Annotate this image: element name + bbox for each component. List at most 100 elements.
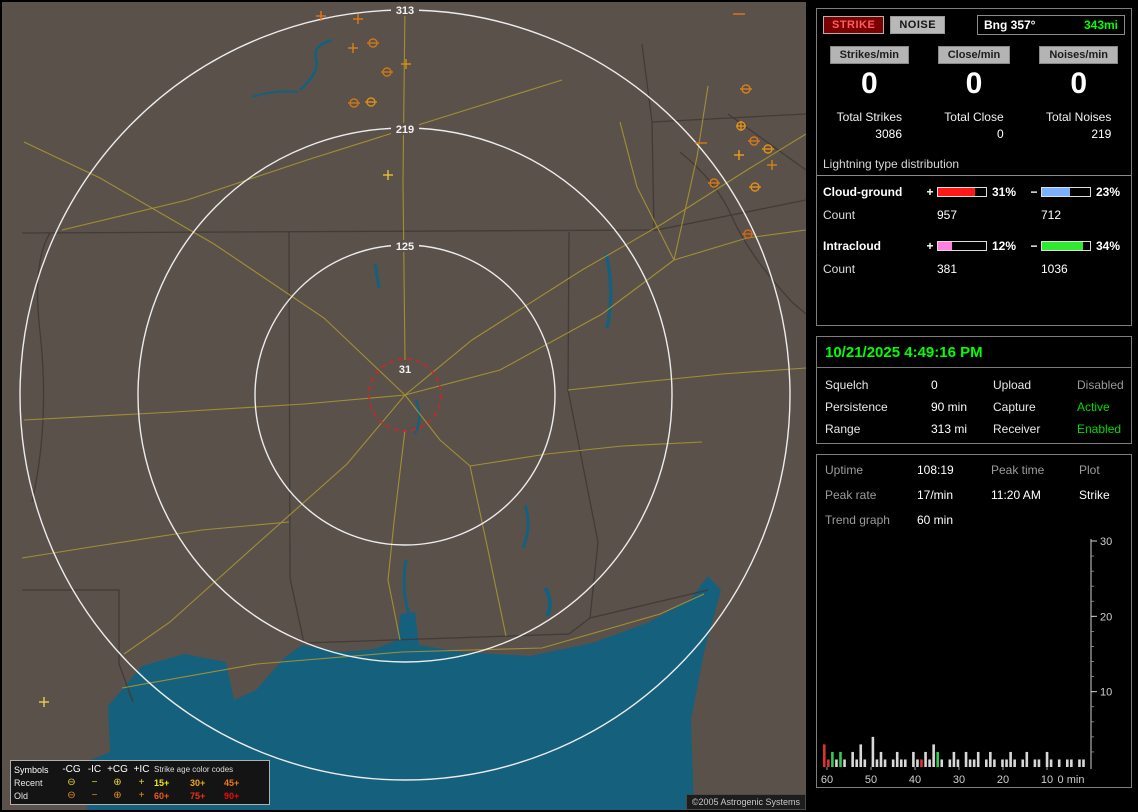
map[interactable]: 313 219 125 31 Symbols -CG -IC +CG +IC S…: [2, 2, 806, 810]
count-label: Count: [823, 261, 856, 276]
total-strikes-label: Total Strikes: [836, 109, 902, 124]
map-canvas[interactable]: 313 219 125 31: [2, 2, 806, 810]
ic-plus-count: 381: [937, 261, 958, 276]
range-value: 313 mi: [931, 422, 968, 436]
intracloud-label: Intracloud: [823, 238, 882, 253]
cg-plus-icon: ⊕: [113, 776, 122, 788]
total-close-label: Total Close: [944, 109, 1004, 124]
strike-button[interactable]: STRIKE: [823, 16, 885, 34]
ring-label-313: 313: [396, 5, 414, 17]
age-45: 45+: [224, 777, 240, 788]
mode-controls: STRIKE NOISE Bng 357° 343mi: [817, 9, 1131, 35]
receiver-status: Enabled: [1077, 422, 1122, 436]
svg-text:30: 30: [953, 774, 965, 786]
upload-label: Upload: [993, 378, 1032, 392]
age-60: 60+: [154, 790, 170, 801]
legend-age-header: Strike age color codes: [154, 765, 234, 774]
strikes-per-min-value: 0: [860, 67, 878, 100]
ic-plus-bar: [937, 240, 987, 251]
cg-minus-pct: 23%: [1096, 184, 1121, 199]
svg-text:0 min: 0 min: [1058, 774, 1085, 786]
legend-col-pic: +IC: [133, 763, 150, 775]
age-30: 30+: [190, 777, 206, 788]
cg-minus-bar: [1041, 186, 1091, 197]
trend-graph-label: Trend graph: [825, 513, 890, 527]
squelch-value: 0: [931, 378, 938, 392]
age-90: 90+: [224, 790, 240, 801]
svg-text:20: 20: [997, 774, 1009, 786]
close-per-min-button[interactable]: Close/min: [937, 46, 1011, 64]
bearing-display: Bng 357° 343mi: [977, 15, 1125, 35]
plot-label: Plot: [1079, 463, 1100, 477]
total-close-value: 0: [996, 126, 1004, 141]
app-window: 313 219 125 31 Symbols -CG -IC +CG +IC S…: [0, 0, 1138, 812]
stats-panel: STRIKE NOISE Bng 357° 343mi Strikes/min …: [816, 8, 1132, 326]
capture-label: Capture: [993, 400, 1036, 414]
minus-sign: −: [1030, 184, 1038, 199]
age-75: 75+: [190, 790, 206, 801]
cg-minus-icon: ⊖: [67, 776, 76, 788]
plot-value: Strike: [1079, 488, 1110, 502]
bearing-distance: 343mi: [1083, 18, 1118, 32]
peak-rate-value: 17/min: [917, 488, 954, 502]
uptime-value: 108:19: [917, 463, 954, 477]
peak-time-label: Peak time: [991, 463, 1045, 477]
legend-col-ncg: -CG: [62, 763, 81, 775]
count-label: Count: [823, 207, 856, 222]
age-15: 15+: [154, 777, 170, 788]
cg-minus-icon: ⊖: [67, 789, 76, 801]
upload-status: Disabled: [1077, 378, 1124, 392]
range-label: Range: [825, 422, 861, 436]
datetime-display: 10/21/2025 4:49:16 PM: [817, 337, 1131, 368]
ic-minus-bar: [1041, 240, 1091, 251]
legend-col-nic: -IC: [87, 763, 102, 775]
noises-per-min-button[interactable]: Noises/min: [1039, 46, 1118, 64]
svg-text:10: 10: [1100, 687, 1112, 699]
cg-plus-icon: ⊕: [113, 789, 122, 801]
ic-minus-icon: −: [91, 776, 98, 788]
receiver-label: Receiver: [993, 422, 1041, 436]
svg-text:30: 30: [1100, 536, 1112, 548]
status-panel: 10/21/2025 4:49:16 PM Squelch 0 Upload D…: [816, 336, 1132, 444]
map-legend: Symbols -CG -IC +CG +IC Strike age color…: [10, 760, 270, 805]
bearing-label: Bng 357°: [984, 18, 1036, 32]
total-noises-value: 219: [1091, 126, 1112, 141]
plus-sign: +: [926, 238, 934, 253]
rate-counters: Strikes/min 0 Total Strikes 3086 Close/m…: [817, 45, 1131, 143]
svg-text:10: 10: [1041, 774, 1053, 786]
peak-rate-label: Peak rate: [825, 488, 877, 502]
intracloud-row: Intracloud + 12% − 34%: [823, 239, 1125, 253]
cg-plus-bar: [937, 186, 987, 197]
trend-chart-canvas: 30 20 10 60 50 40 30 20 10 0 min: [821, 536, 1112, 786]
peak-time-value: 11:20 AM: [991, 488, 1041, 502]
ring-label-125: 125: [396, 241, 414, 253]
ic-minus-icon: −: [91, 789, 98, 801]
cloud-ground-row: Cloud-ground + 31% − 23%: [823, 185, 1125, 199]
svg-text:50: 50: [865, 774, 877, 786]
distribution-title: Lightning type distribution: [817, 157, 1131, 176]
trend-graph: 30 20 10 60 50 40 30 20 10 0 min: [819, 535, 1131, 792]
cg-plus-pct: 31%: [992, 184, 1017, 199]
status-grid: Squelch 0 Upload Disabled Persistence 90…: [825, 378, 1124, 436]
ic-plus-pct: 12%: [992, 238, 1017, 253]
cloud-ground-label: Cloud-ground: [823, 184, 903, 199]
noises-per-min-counter: Noises/min 0 Total Noises 219: [1026, 45, 1131, 143]
strikes-per-min-button[interactable]: Strikes/min: [829, 46, 909, 64]
ic-minus-pct: 34%: [1096, 238, 1121, 253]
total-noises-label: Total Noises: [1045, 109, 1112, 124]
cg-plus-count: 957: [937, 207, 958, 222]
uptime-label: Uptime: [825, 463, 864, 477]
close-per-min-value: 0: [965, 67, 983, 100]
strikes-per-min-counter: Strikes/min 0 Total Strikes 3086: [817, 45, 922, 143]
persistence-label: Persistence: [825, 400, 888, 414]
cloud-ground-count-row: Count 957 712: [823, 208, 1125, 222]
trend-window-value: 60 min: [917, 513, 954, 527]
copyright: ©2005 Astrogenic Systems: [685, 794, 806, 810]
ic-plus-icon: +: [138, 776, 145, 788]
svg-text:40: 40: [909, 774, 921, 786]
plus-sign: +: [926, 184, 934, 199]
cg-minus-count: 712: [1041, 207, 1062, 222]
ring-label-219: 219: [396, 124, 414, 136]
uptime-stats: Uptime 108:19 Peak time Plot Peak rate 1…: [825, 463, 1123, 527]
noise-button[interactable]: NOISE: [890, 16, 946, 34]
